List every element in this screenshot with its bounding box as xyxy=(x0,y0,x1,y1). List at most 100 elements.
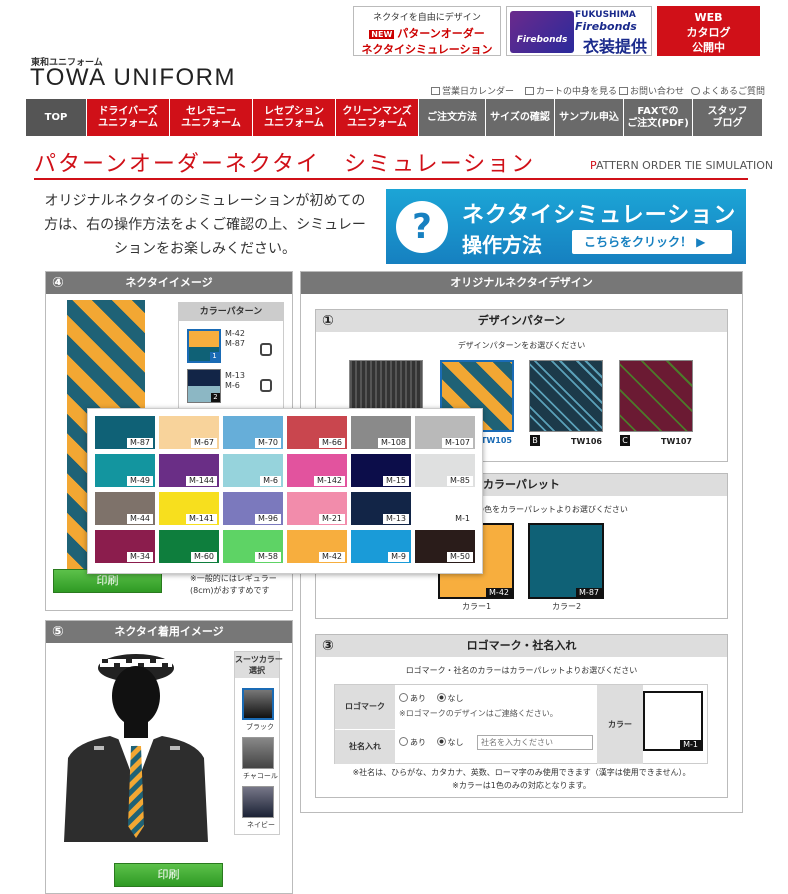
intro-text: オリジナルネクタイのシミュレーションが初めての方は、右の操作方法をよくご確認の上… xyxy=(44,193,366,257)
contact-link[interactable]: お問い合わせ xyxy=(619,84,684,97)
nav-order-method[interactable]: ご注文方法 xyxy=(419,99,485,136)
palette-swatch[interactable]: M-108 xyxy=(351,416,411,449)
logo-design-note: ※ロゴマークのデザインはご連絡ください。 xyxy=(399,709,558,718)
firebonds-banner[interactable]: Firebonds FUKUSHIMA Firebonds 衣装提供 xyxy=(506,6,652,56)
nav-reception[interactable]: レセプション ユニフォーム xyxy=(253,99,335,136)
palette-swatch[interactable]: M-42 xyxy=(287,530,347,563)
color-pattern-2-codes: M-13 M-6 xyxy=(225,371,245,390)
palette-swatch-code: M-87 xyxy=(127,438,153,448)
catalog-line2: カタログ xyxy=(686,26,731,39)
color-palette-popup: M-87 M-67 M-70 M-66 M-108 M-107 M-49 M-144 M-6 M-… xyxy=(87,408,483,574)
banner-line1: ネクタイを自由にデザイン xyxy=(373,13,481,23)
page-title: パターンオーダーネクタイ シミュレーション xyxy=(34,152,536,177)
nav-ceremony[interactable]: セレモニー ユニフォーム xyxy=(170,99,252,136)
palette-swatch[interactable]: M-50 xyxy=(415,530,475,563)
suit-navy-label: ネイビー xyxy=(247,821,275,829)
suit-charcoal[interactable] xyxy=(242,737,274,769)
company-radio-group: あり なし xyxy=(399,737,464,748)
faq-link[interactable]: よくあるご質問 xyxy=(691,84,765,97)
palette-swatch[interactable]: M-21 xyxy=(287,492,347,525)
logo-label: ロゴマーク xyxy=(335,685,395,729)
palette-swatch[interactable]: M-141 xyxy=(159,492,219,525)
company-name-input[interactable] xyxy=(477,735,593,750)
tie-image-header: ④ ネクタイイメージ xyxy=(46,272,292,294)
palette-swatch[interactable]: M-1 xyxy=(415,492,475,525)
banner-line2-text: パターンオーダー xyxy=(397,27,485,40)
cart-link[interactable]: カートの中身を見る xyxy=(525,84,617,97)
palette-swatch-code: M-6 xyxy=(260,476,281,486)
pattern-order-banner[interactable]: ネクタイを自由にデザイン NEW パターンオーダー ネクタイシミュレーション xyxy=(353,6,501,56)
calendar-link[interactable]: 営業日カレンダー xyxy=(431,84,514,97)
palette-swatch[interactable]: M-9 xyxy=(351,530,411,563)
logo-color-label: カラー xyxy=(597,685,643,764)
company-yes-radio[interactable]: あり xyxy=(399,737,426,747)
brand-logo[interactable]: TOWA UNIFORM xyxy=(30,64,236,92)
mail-icon xyxy=(619,87,628,95)
catalog-line1: WEB xyxy=(694,11,723,24)
palette-swatch[interactable]: M-144 xyxy=(159,454,219,487)
logo-color-swatch[interactable]: M-1 xyxy=(643,691,703,751)
color-pattern-2[interactable]: 2 xyxy=(187,369,221,403)
palette-swatch-code: M-60 xyxy=(191,552,217,562)
color-pattern-1[interactable]: 1 xyxy=(187,329,221,363)
palette-swatch-code: M-85 xyxy=(447,476,473,486)
palette-swatch[interactable]: M-96 xyxy=(223,492,283,525)
palette-swatch[interactable]: M-70 xyxy=(223,416,283,449)
palette-swatch[interactable]: M-67 xyxy=(159,416,219,449)
nav-drivers[interactable]: ドライバーズ ユニフォーム xyxy=(87,99,169,136)
logo-yes-radio[interactable]: あり xyxy=(399,693,426,703)
palette-swatch-code: M-58 xyxy=(255,552,281,562)
howto-line1: ネクタイシミュレーション xyxy=(462,203,737,228)
lock-icon[interactable] xyxy=(260,379,272,392)
suit-color-title: スーツカラー 選択 xyxy=(235,652,283,678)
color-pattern-1-codes: M-42 M-87 xyxy=(225,329,245,348)
palette-swatch[interactable]: M-44 xyxy=(95,492,155,525)
palette-swatch-code: M-49 xyxy=(127,476,153,486)
nav-top[interactable]: TOP xyxy=(26,99,86,136)
page-title-en: PATTERN ORDER TIE SIMULATION xyxy=(590,159,774,172)
palette-swatch[interactable]: M-13 xyxy=(351,492,411,525)
nav-size-check[interactable]: サイズの確認 xyxy=(486,99,554,136)
palette-swatch-code: M-15 xyxy=(383,476,409,486)
suit-black[interactable] xyxy=(242,688,274,720)
main-nav: TOP ドライバーズ ユニフォーム セレモニー ユニフォーム レセプション ユニ… xyxy=(26,99,762,136)
palette-swatch[interactable]: M-85 xyxy=(415,454,475,487)
question-icon: ? xyxy=(396,201,448,253)
company-label: 社名入れ xyxy=(335,730,395,764)
howto-line2: 操作方法 xyxy=(462,233,542,257)
palette-swatch[interactable]: M-66 xyxy=(287,416,347,449)
nav-staff-blog[interactable]: スタッフ ブログ xyxy=(693,99,762,136)
palette-swatch[interactable]: M-87 xyxy=(95,416,155,449)
nav-cleanmans[interactable]: クリーンマンズ ユニフォーム xyxy=(336,99,418,136)
logo-no-radio[interactable]: なし xyxy=(436,693,464,703)
web-catalog-banner[interactable]: WEB カタログ 公開中 xyxy=(657,6,760,56)
howto-banner[interactable]: ? ネクタイシミュレーション 操作方法 こちらをクリック！ ▶ xyxy=(386,189,746,264)
color-pattern-title: カラーパターン xyxy=(179,303,283,321)
firebonds-logo: Firebonds xyxy=(510,11,574,53)
palette-swatch[interactable]: M-58 xyxy=(223,530,283,563)
wear-print-button[interactable]: 印刷 xyxy=(114,863,223,887)
palette-swatch[interactable]: M-60 xyxy=(159,530,219,563)
color2-swatch[interactable]: M-87 xyxy=(528,523,604,599)
design-pattern-b[interactable]: B TW106 xyxy=(529,360,603,446)
palette-swatch[interactable]: M-107 xyxy=(415,416,475,449)
suit-navy[interactable] xyxy=(242,786,274,818)
nav-fax-order[interactable]: FAXでの ご注文(PDF) xyxy=(624,99,692,136)
palette-swatch-code: M-67 xyxy=(191,438,217,448)
palette-swatch-code: M-144 xyxy=(185,476,217,486)
palette-swatch-code: M-108 xyxy=(377,438,409,448)
company-no-radio[interactable]: なし xyxy=(436,737,464,747)
palette-swatch[interactable]: M-34 xyxy=(95,530,155,563)
palette-swatch-code: M-141 xyxy=(185,514,217,524)
design-pattern-c[interactable]: C TW107 xyxy=(619,360,693,446)
palette-swatch[interactable]: M-49 xyxy=(95,454,155,487)
color1-label: カラー1 xyxy=(462,602,492,611)
palette-swatch[interactable]: M-15 xyxy=(351,454,411,487)
nav-sample[interactable]: サンプル申込 xyxy=(555,99,623,136)
color-pattern-box: カラーパターン 1 M-42 M-87 2 M-13 M-6 xyxy=(178,302,284,412)
palette-swatch[interactable]: M-6 xyxy=(223,454,283,487)
palette-swatch[interactable]: M-142 xyxy=(287,454,347,487)
palette-swatch-code: M-21 xyxy=(319,514,345,524)
lock-icon[interactable] xyxy=(260,343,272,356)
howto-click-button[interactable]: こちらをクリック！ ▶ xyxy=(572,230,732,254)
